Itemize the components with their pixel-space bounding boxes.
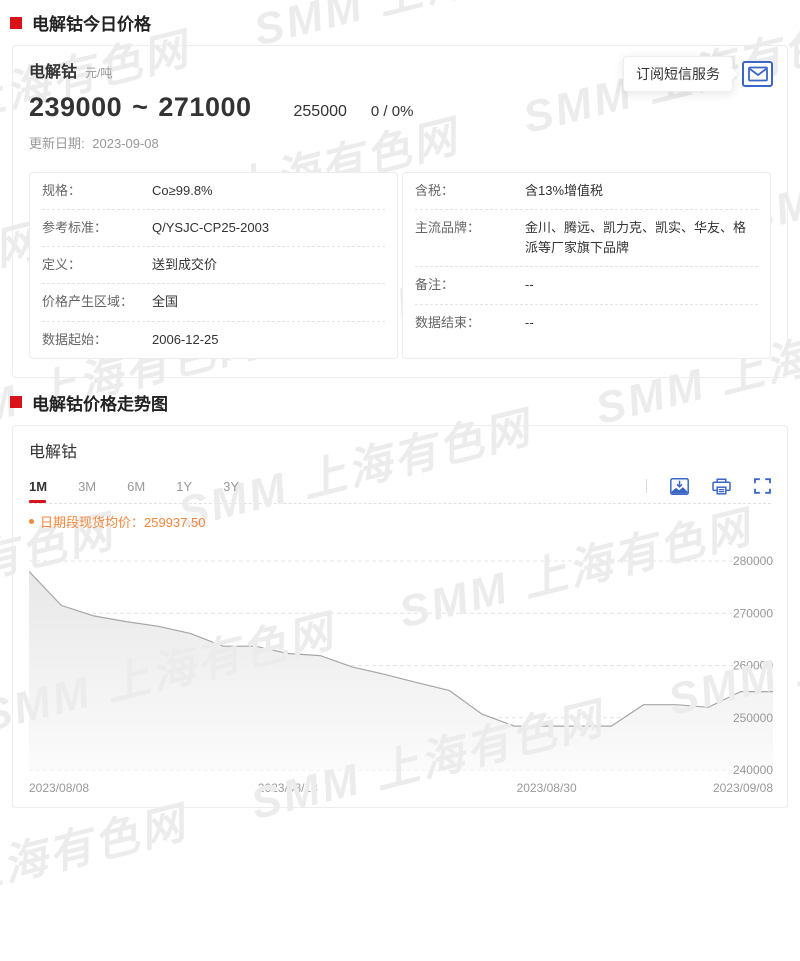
print-button[interactable] bbox=[712, 478, 731, 495]
info-label: 备注： bbox=[415, 275, 525, 295]
updated-label: 更新日期: bbox=[29, 136, 85, 151]
chart-title: 电解钴 bbox=[29, 438, 771, 462]
section-title-trend: 电解钴价格走势图 bbox=[32, 390, 168, 415]
section-title-today: 电解钴今日价格 bbox=[32, 10, 151, 35]
svg-text:250000: 250000 bbox=[733, 711, 773, 725]
range-tabs: 1M 3M 6M 1Y 3Y bbox=[29, 479, 270, 503]
info-value: Co≥99.8% bbox=[152, 181, 385, 201]
info-label: 主流品牌： bbox=[415, 218, 525, 258]
info-row: 规格：Co≥99.8% bbox=[42, 173, 385, 209]
info-row: 数据结束：-- bbox=[415, 304, 758, 341]
legend-label: 日期段现货均价： bbox=[40, 515, 144, 530]
tab-1y[interactable]: 1Y bbox=[176, 479, 192, 503]
price-low: 239000 bbox=[29, 92, 122, 122]
subscribe-tooltip[interactable]: 订阅短信服务 bbox=[623, 56, 733, 92]
tabs-row: 1M 3M 6M 1Y 3Y bbox=[29, 478, 771, 503]
updated-date: 2023-09-08 bbox=[92, 136, 159, 151]
save-image-icon bbox=[670, 478, 689, 495]
info-row: 备注：-- bbox=[415, 266, 758, 303]
info-row: 定义：送到成交价 bbox=[42, 246, 385, 283]
info-value: 全国 bbox=[152, 292, 385, 312]
info-label: 规格： bbox=[42, 181, 152, 201]
info-value: 2006-12-25 bbox=[152, 330, 385, 350]
toolbar-divider bbox=[646, 479, 647, 493]
legend-text: 日期段现货均价：259937.50 bbox=[40, 512, 205, 531]
info-label: 参考标准： bbox=[42, 218, 152, 238]
fullscreen-icon bbox=[754, 478, 771, 494]
info-value: Q/YSJC-CP25-2003 bbox=[152, 218, 385, 238]
svg-text:2023/08/30: 2023/08/30 bbox=[517, 781, 577, 795]
tab-3y[interactable]: 3Y bbox=[223, 479, 239, 503]
info-row: 含税：含13%增值税 bbox=[415, 173, 758, 209]
subscribe-mail-button[interactable] bbox=[742, 61, 773, 87]
info-value: 含13%增值税 bbox=[525, 181, 758, 201]
info-value: -- bbox=[525, 313, 758, 333]
save-image-button[interactable] bbox=[670, 478, 689, 495]
svg-text:2023/08/18: 2023/08/18 bbox=[258, 781, 318, 795]
info-label: 含税： bbox=[415, 181, 525, 201]
info-label: 价格产生区域： bbox=[42, 292, 152, 312]
price-separator: ~ bbox=[132, 92, 148, 122]
info-tables: 规格：Co≥99.8%参考标准：Q/YSJC-CP25-2003定义：送到成交价… bbox=[29, 172, 771, 359]
tab-6m[interactable]: 6M bbox=[127, 479, 145, 503]
info-label: 数据结束： bbox=[415, 313, 525, 333]
info-row: 参考标准：Q/YSJC-CP25-2003 bbox=[42, 209, 385, 246]
info-value: 金川、腾远、凯力克、凯实、华友、格派等厂家旗下品牌 bbox=[525, 218, 758, 258]
print-icon bbox=[712, 478, 731, 495]
svg-text:2023/08/08: 2023/08/08 bbox=[29, 781, 89, 795]
tab-3m[interactable]: 3M bbox=[78, 479, 96, 503]
info-value: -- bbox=[525, 275, 758, 295]
subscribe-area: 订阅短信服务 bbox=[623, 56, 773, 92]
fullscreen-button[interactable] bbox=[754, 478, 771, 494]
info-value: 送到成交价 bbox=[152, 255, 385, 275]
info-table-left: 规格：Co≥99.8%参考标准：Q/YSJC-CP25-2003定义：送到成交价… bbox=[29, 172, 398, 359]
price-high: 271000 bbox=[158, 92, 251, 122]
legend-dot-icon bbox=[29, 519, 34, 524]
info-table-right: 含税：含13%增值税主流品牌：金川、腾远、凯力克、凯实、华友、格派等厂家旗下品牌… bbox=[402, 172, 771, 359]
product-unit: 元/吨 bbox=[85, 64, 112, 81]
svg-text:2023/09/08: 2023/09/08 bbox=[713, 781, 773, 795]
watermark-text: SMM 上海有色网 bbox=[0, 786, 193, 936]
product-name: 电解钴 bbox=[29, 58, 77, 82]
info-row: 数据起始：2006-12-25 bbox=[42, 321, 385, 358]
watermark-text: SMM 上海有色网 bbox=[47, 886, 414, 961]
info-row: 价格产生区域：全国 bbox=[42, 283, 385, 320]
chart-toolbar bbox=[646, 478, 771, 503]
price-change: 0 / 0% bbox=[371, 103, 414, 120]
section-heading-trend: 电解钴价格走势图 bbox=[10, 378, 790, 425]
svg-text:280000: 280000 bbox=[733, 554, 773, 568]
price-card: 电解钴 元/吨 订阅短信服务 239000 ~271000 255000 0 / … bbox=[12, 45, 788, 378]
envelope-icon bbox=[748, 66, 768, 82]
chart-legend: 日期段现货均价：259937.50 bbox=[29, 504, 771, 533]
red-square-bullet-icon bbox=[10, 17, 22, 29]
section-heading-today: 电解钴今日价格 bbox=[10, 0, 790, 45]
info-row: 主流品牌：金川、腾远、凯力克、凯实、华友、格派等厂家旗下品牌 bbox=[415, 209, 758, 266]
info-label: 定义： bbox=[42, 255, 152, 275]
svg-text:260000: 260000 bbox=[733, 658, 773, 672]
tab-1m[interactable]: 1M bbox=[29, 479, 47, 503]
info-label: 数据起始： bbox=[42, 330, 152, 350]
price-range: 239000 ~271000 bbox=[29, 92, 252, 123]
svg-text:240000: 240000 bbox=[733, 763, 773, 777]
red-square-bullet-icon bbox=[10, 396, 22, 408]
legend-value: 259937.50 bbox=[144, 515, 205, 530]
update-line: 更新日期: 2023-09-08 bbox=[29, 133, 771, 152]
trend-card: 电解钴 1M 3M 6M 1Y 3Y bbox=[12, 425, 788, 808]
price-average: 255000 bbox=[294, 103, 347, 121]
svg-text:270000: 270000 bbox=[733, 606, 773, 620]
price-trend-chart[interactable]: 240000 250000 260000 270000 280000 2023/08/08… bbox=[29, 535, 771, 799]
